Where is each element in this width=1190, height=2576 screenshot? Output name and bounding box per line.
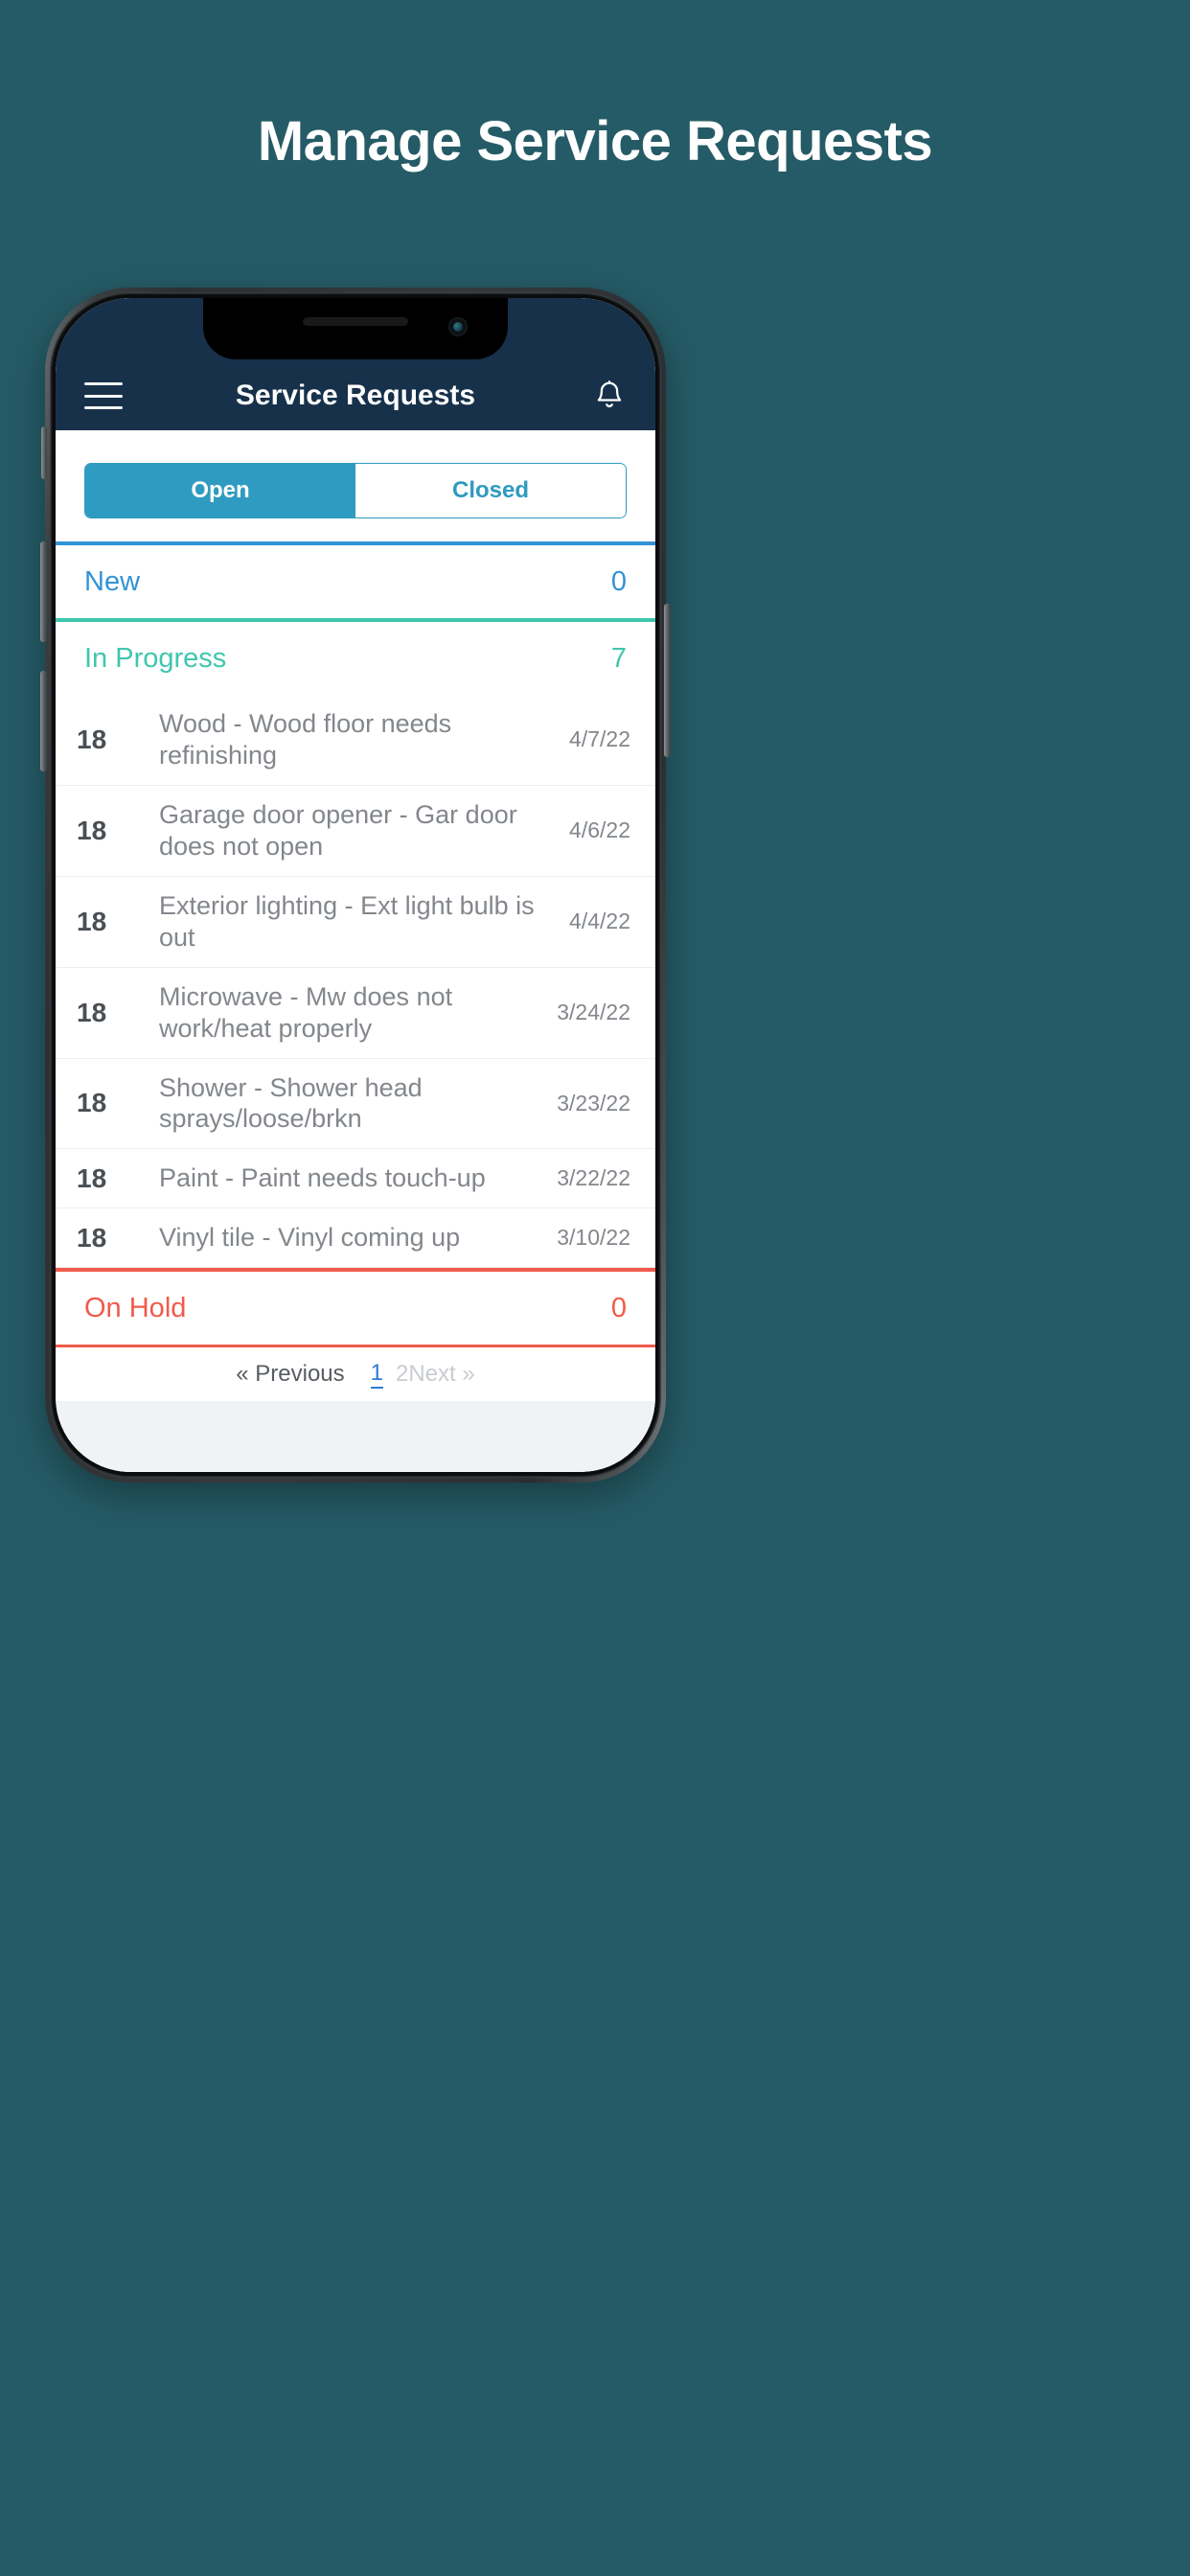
app-header: Service Requests — [56, 361, 655, 430]
group-header-new[interactable]: New 0 — [56, 541, 655, 618]
request-date: 3/22/22 — [557, 1165, 630, 1191]
table-row[interactable]: 18 Microwave - Mw does not work/heat pro… — [56, 967, 655, 1059]
request-id: 18 — [77, 997, 107, 1027]
pagination: « Previous 1 2 Next » — [56, 1347, 655, 1402]
tab-closed[interactable]: Closed — [355, 464, 626, 518]
table-row[interactable]: 18 Exterior lighting - Ext light bulb is… — [56, 876, 655, 968]
table-row[interactable]: 18 Vinyl tile - Vinyl coming up 3/10/22 — [56, 1208, 655, 1269]
silent-switch-button[interactable] — [41, 426, 47, 479]
request-date: 4/6/22 — [569, 817, 630, 843]
app-header-title: Service Requests — [235, 380, 476, 411]
request-id: 18 — [77, 1088, 107, 1118]
group-label-on-hold: On Hold — [84, 1292, 187, 1323]
request-id: 18 — [77, 1162, 107, 1193]
page-footer-space — [56, 1401, 655, 1472]
request-date: 4/4/22 — [569, 908, 630, 934]
request-id: 18 — [77, 815, 107, 845]
request-date: 4/7/22 — [569, 726, 630, 752]
tabs-container: Open Closed — [56, 430, 655, 541]
group-label-new: New — [84, 565, 141, 597]
pagination-page-2[interactable]: 2 — [396, 1361, 408, 1388]
request-title: Paint - Paint needs touch-up — [159, 1163, 486, 1193]
request-id: 18 — [77, 724, 107, 754]
app-container: Service Requests Open Closed New 0 In Pr… — [56, 298, 655, 1472]
group-label-in-progress: In Progress — [84, 642, 227, 674]
tab-open[interactable]: Open — [85, 464, 355, 518]
request-date: 3/23/22 — [557, 1090, 630, 1116]
request-title: Garage door opener - Gar door does not o… — [159, 799, 517, 861]
pagination-next[interactable]: Next » — [408, 1361, 474, 1388]
phone-screen: Service Requests Open Closed New 0 In Pr… — [56, 298, 655, 1472]
request-id: 18 — [77, 1222, 107, 1253]
page-title: Manage Service Requests — [257, 110, 933, 172]
table-row[interactable]: 18 Wood - Wood floor needs refinishing 4… — [56, 695, 655, 786]
app-body: Open Closed New 0 In Progress 7 18 Wood … — [56, 430, 655, 1472]
front-camera-icon — [448, 317, 468, 336]
table-row[interactable]: 18 Garage door opener - Gar door does no… — [56, 785, 655, 877]
pagination-previous[interactable]: « Previous — [236, 1361, 344, 1388]
request-title: Wood - Wood floor needs refinishing — [159, 709, 452, 770]
request-title: Exterior lighting - Ext light bulb is ou… — [159, 890, 535, 952]
request-title: Shower - Shower head sprays/loose/brkn — [159, 1072, 423, 1134]
group-count-new: 0 — [610, 565, 627, 597]
group-count-on-hold: 0 — [610, 1292, 627, 1323]
request-date: 3/24/22 — [557, 1000, 630, 1025]
power-button[interactable] — [664, 604, 671, 757]
hamburger-icon[interactable] — [84, 382, 123, 409]
table-row[interactable]: 18 Paint - Paint needs touch-up 3/22/22 — [56, 1149, 655, 1209]
group-header-in-progress[interactable]: In Progress 7 — [56, 618, 655, 695]
table-row[interactable]: 18 Shower - Shower head sprays/loose/brk… — [56, 1058, 655, 1150]
request-id: 18 — [77, 906, 107, 936]
request-title: Vinyl tile - Vinyl coming up — [159, 1223, 461, 1253]
bell-icon[interactable] — [592, 379, 627, 413]
volume-up-button[interactable] — [40, 541, 47, 642]
request-date: 3/10/22 — [557, 1225, 630, 1251]
group-count-in-progress: 7 — [610, 642, 627, 674]
segmented-control: Open Closed — [84, 463, 627, 518]
service-request-list: 18 Wood - Wood floor needs refinishing 4… — [56, 695, 655, 1269]
phone-bezel: Service Requests Open Closed New 0 In Pr… — [56, 298, 655, 1472]
group-header-on-hold[interactable]: On Hold 0 — [56, 1268, 655, 1348]
request-title: Microwave - Mw does not work/heat proper… — [159, 981, 453, 1043]
volume-down-button[interactable] — [40, 671, 47, 771]
phone-device: Service Requests Open Closed New 0 In Pr… — [40, 288, 671, 1483]
phone-notch — [203, 298, 508, 359]
earpiece-speaker-icon — [303, 317, 408, 326]
pagination-page-1[interactable]: 1 — [370, 1360, 383, 1390]
